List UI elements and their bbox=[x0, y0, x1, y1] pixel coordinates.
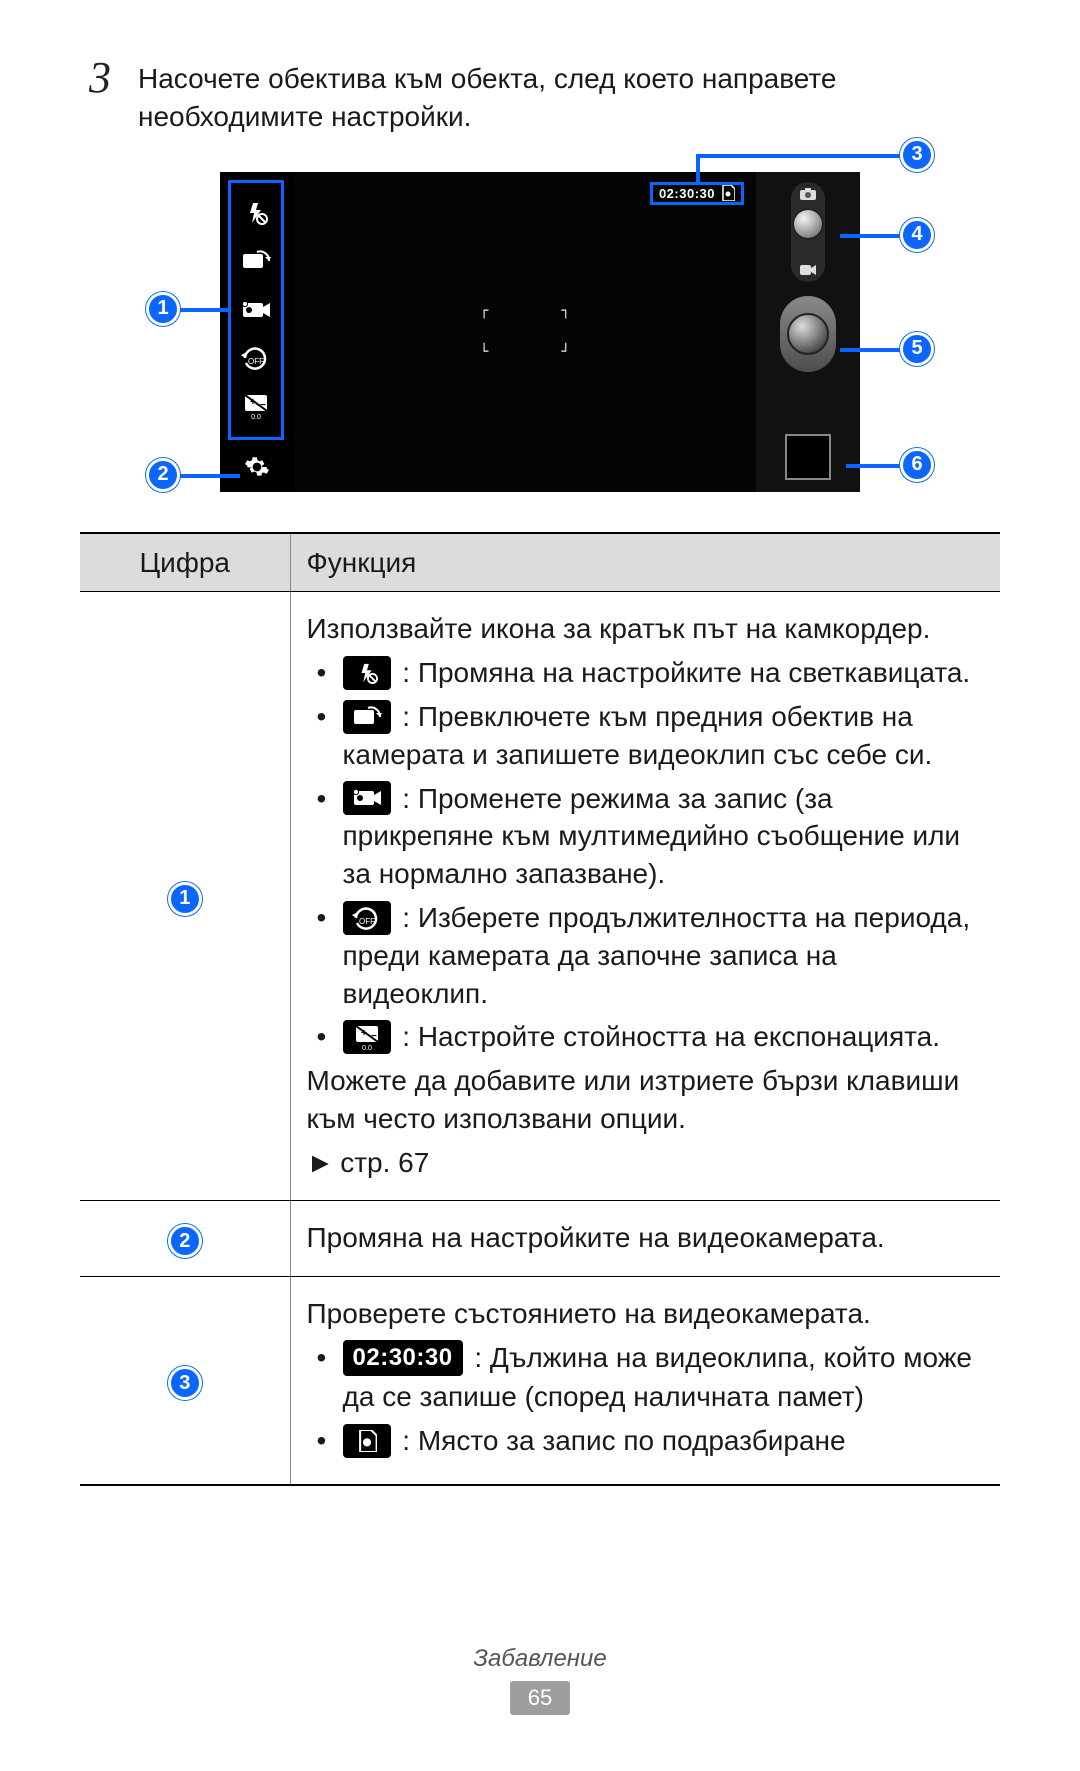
recording-timer: 02:30:30 bbox=[650, 182, 744, 206]
svg-text:0.0: 0.0 bbox=[362, 1045, 372, 1050]
focus-brackets-icon: ┌┐ └┘ bbox=[480, 302, 570, 362]
storage-card-icon bbox=[721, 185, 735, 201]
table-row: 1 Използвайте икона за кратък път на кам… bbox=[80, 592, 1000, 1200]
callout-3: 3 bbox=[900, 138, 934, 172]
row2-badge: 2 bbox=[168, 1224, 202, 1258]
callout-5-leader bbox=[840, 348, 900, 352]
callout-3-leader-h bbox=[700, 154, 900, 158]
right-controls bbox=[756, 172, 860, 492]
callout-5: 5 bbox=[900, 332, 934, 366]
footer-page-number: 65 bbox=[510, 1681, 570, 1715]
callout-6: 6 bbox=[900, 448, 934, 482]
list-item: : Място за запис по подразбиране bbox=[315, 1422, 985, 1460]
page-footer: Забавление 65 bbox=[0, 1643, 1080, 1715]
list-item: : Промяна на настройките на светкавицата… bbox=[315, 654, 985, 692]
flash-icon bbox=[343, 656, 391, 690]
legend-table: Цифра Функция 1 Използвайте икона за кра… bbox=[80, 532, 1000, 1486]
flash-icon bbox=[239, 198, 273, 228]
list-item: : Променете режима за запис (за прикрепя… bbox=[315, 780, 985, 893]
shutter-control bbox=[780, 296, 836, 372]
switch-camera-icon bbox=[239, 246, 273, 276]
video-mode-icon bbox=[800, 264, 816, 276]
svg-text:+: + bbox=[361, 1028, 367, 1039]
shortcut-panel: OFF +− 0.0 bbox=[228, 180, 284, 440]
timer-icon: OFF bbox=[239, 343, 273, 373]
row3-intro: Проверете състоянието на видеокамерата. bbox=[307, 1295, 985, 1333]
mode-switch-knob bbox=[794, 210, 822, 238]
table-row: 3 Проверете състоянието на видеокамерата… bbox=[80, 1277, 1000, 1485]
footer-section-title: Забавление bbox=[0, 1643, 1080, 1675]
callout-1: 1 bbox=[146, 292, 180, 326]
exposure-icon: +− 0.0 bbox=[343, 1020, 391, 1054]
svg-text:0.0: 0.0 bbox=[251, 414, 261, 419]
page-reference: ►стр. 67 bbox=[307, 1144, 985, 1182]
callout-6-leader bbox=[846, 464, 900, 468]
callout-2-leader bbox=[180, 474, 240, 478]
svg-text:OFF: OFF bbox=[359, 917, 375, 926]
triangle-icon: ► bbox=[307, 1147, 335, 1178]
svg-text:−: − bbox=[260, 400, 266, 411]
camera-screenshot: OFF +− 0.0 ┌┐ └┘ 02:30:30 bbox=[180, 172, 900, 492]
timer-icon: OFF bbox=[343, 901, 391, 935]
mode-switch bbox=[791, 182, 825, 282]
list-item: : Превключете към предния обектив на кам… bbox=[315, 698, 985, 774]
row3-badge: 3 bbox=[168, 1366, 202, 1400]
row2-text: Промяна на настройките на видеокамерата. bbox=[290, 1200, 1000, 1277]
storage-card-icon bbox=[343, 1424, 391, 1458]
svg-text:+: + bbox=[250, 397, 256, 408]
callout-2: 2 bbox=[146, 458, 180, 492]
table-header-function: Функция bbox=[290, 533, 1000, 592]
shutter-button-icon bbox=[787, 313, 829, 355]
list-item: 02:30:30 : Дължина на видеоклипа, който … bbox=[315, 1339, 985, 1416]
gallery-thumbnail bbox=[785, 434, 831, 480]
camera-frame: OFF +− 0.0 ┌┐ └┘ 02:30:30 bbox=[220, 172, 860, 492]
record-mode-icon bbox=[343, 781, 391, 815]
callout-4: 4 bbox=[900, 218, 934, 252]
step-number: 3 bbox=[80, 56, 120, 136]
step-text: Насочете обектива към обекта, след което… bbox=[138, 56, 1000, 136]
row1-outro: Можете да добавите или изтриете бързи кл… bbox=[307, 1062, 985, 1138]
record-mode-icon bbox=[239, 295, 273, 325]
step-row: 3 Насочете обектива към обекта, след кое… bbox=[80, 56, 1000, 136]
svg-text:OFF: OFF bbox=[248, 357, 264, 366]
callout-1-leader bbox=[180, 308, 228, 312]
table-row: 2 Промяна на настройките на видеокамерат… bbox=[80, 1200, 1000, 1277]
viewfinder: ┌┐ └┘ bbox=[294, 172, 756, 492]
timer-value: 02:30:30 bbox=[659, 185, 715, 203]
row1-intro: Използвайте икона за кратък път на камко… bbox=[307, 610, 985, 648]
settings-icon bbox=[240, 450, 274, 484]
list-item: OFF : Изберете продължителността на пери… bbox=[315, 899, 985, 1012]
list-item: +−0.0 : Настройте стойността на експонац… bbox=[315, 1018, 985, 1056]
timer-badge: 02:30:30 bbox=[343, 1340, 463, 1376]
svg-text:−: − bbox=[371, 1031, 377, 1042]
callout-3-leader-v bbox=[696, 154, 700, 184]
row1-badge: 1 bbox=[168, 882, 202, 916]
callout-4-leader bbox=[840, 234, 900, 238]
table-header-number: Цифра bbox=[80, 533, 290, 592]
camera-mode-icon bbox=[800, 188, 816, 200]
switch-camera-icon bbox=[343, 700, 391, 734]
exposure-icon: +− 0.0 bbox=[239, 391, 273, 421]
